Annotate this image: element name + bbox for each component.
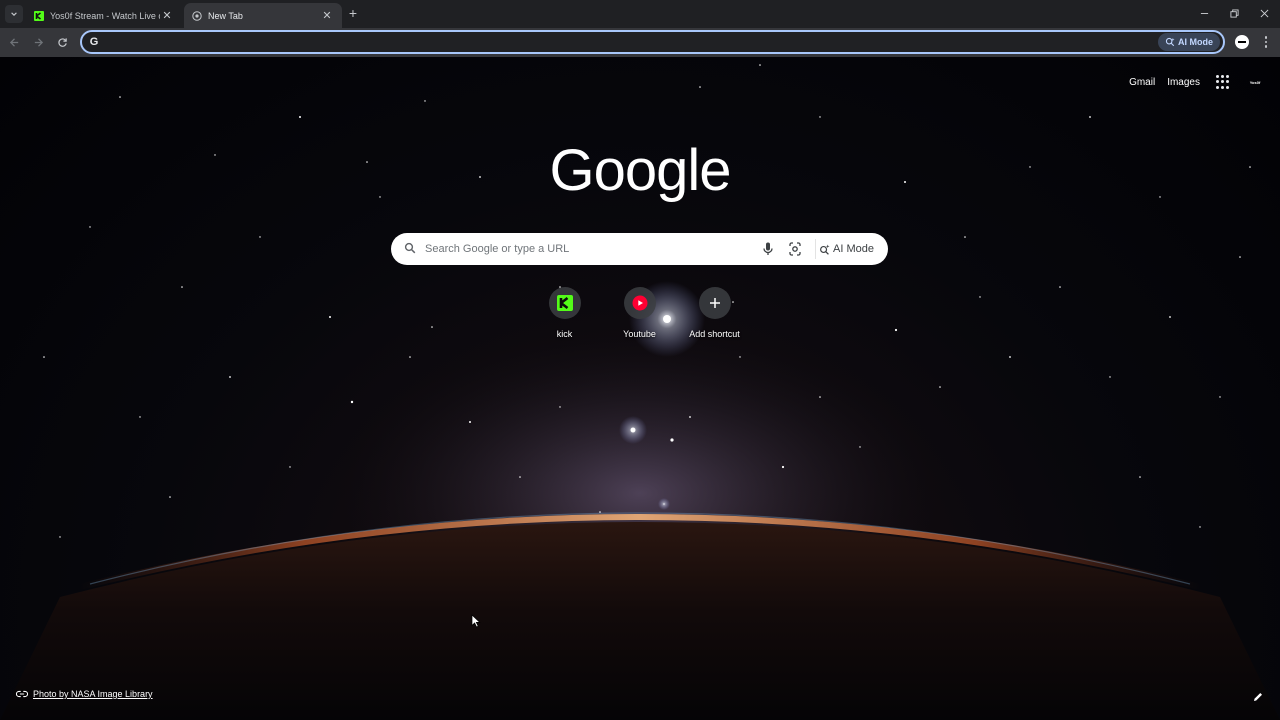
minimize-icon (1200, 12, 1208, 14)
google-logo: Google (549, 138, 731, 203)
omnibox-ai-mode-button[interactable]: AI Mode (1158, 33, 1220, 51)
tab-title: New Tab (208, 10, 243, 21)
ai-search-icon (1165, 37, 1175, 47)
minimize-button[interactable] (1191, 4, 1217, 22)
kick-icon (556, 295, 573, 311)
microphone-icon[interactable] (761, 241, 775, 257)
pencil-icon[interactable] (1252, 691, 1264, 703)
ai-mode-label: AI Mode (1178, 37, 1213, 47)
close-icon[interactable]: ✕ (320, 9, 334, 23)
plus-icon (709, 298, 720, 308)
reload-icon (57, 37, 67, 47)
youtube-icon (632, 295, 647, 311)
top-links: Gmail Images Yos0f (1117, 71, 1266, 93)
shortcut-label: Add shortcut (689, 329, 740, 339)
search-box[interactable]: AI Mode (391, 233, 888, 265)
chevron-down-icon (11, 12, 17, 16)
link-icon (16, 690, 28, 698)
back-button[interactable] (6, 34, 22, 50)
images-link[interactable]: Images (1167, 77, 1200, 88)
restore-icon (1229, 8, 1239, 18)
close-icon[interactable]: ✕ (160, 9, 174, 23)
browser-toolbar: G AI Mode (0, 28, 1280, 57)
tab-title: Yos0f Stream - Watch Live on Kick (50, 10, 160, 21)
new-tab-page: Gmail Images Yos0f Google AI Mode kick (0, 57, 1280, 720)
photo-attribution: Photo by NASA Image Library (16, 689, 153, 699)
gmail-link[interactable]: Gmail (1129, 77, 1155, 88)
shortcut-tile[interactable] (623, 287, 656, 319)
google-lens-icon[interactable] (788, 241, 802, 257)
divider (815, 239, 816, 259)
shortcut-tile[interactable] (548, 287, 581, 319)
google-apps-icon[interactable] (1216, 75, 1230, 89)
google-g-icon: G (89, 36, 99, 48)
tab-strip: Yos0f Stream - Watch Live on Kick ✕ New … (0, 0, 1280, 28)
arrow-right-icon (34, 37, 43, 47)
restore-button[interactable] (1221, 4, 1247, 22)
tab-new-tab[interactable]: New Tab ✕ (184, 3, 342, 28)
ai-search-icon (820, 243, 830, 255)
attribution-link[interactable]: Photo by NASA Image Library (33, 689, 153, 699)
shortcut-youtube[interactable]: Youtube (602, 287, 677, 339)
shortcut-label: kick (556, 329, 573, 339)
ai-mode-label: AI Mode (833, 243, 874, 255)
shortcut-kick[interactable]: kick (527, 287, 602, 339)
shortcut-tile[interactable] (698, 287, 731, 319)
close-window-button[interactable] (1251, 4, 1277, 22)
chrome-globe-icon (192, 10, 202, 21)
browser-menu-button[interactable] (1260, 34, 1272, 50)
shortcuts-grid: kick Youtube Add shortcut (527, 287, 752, 339)
kick-icon (34, 10, 44, 21)
address-input[interactable] (106, 34, 1156, 50)
mouse-cursor-icon (471, 614, 481, 628)
reload-button[interactable] (54, 34, 70, 50)
account-label: Yos0f (1249, 79, 1261, 85)
forward-button[interactable] (30, 34, 46, 50)
shortcut-add[interactable]: Add shortcut (677, 287, 752, 339)
shortcut-label: Youtube (623, 329, 656, 339)
tab-search-button[interactable] (5, 5, 23, 23)
address-bar[interactable]: G AI Mode (80, 30, 1225, 54)
profile-avatar-button[interactable] (1235, 35, 1249, 49)
new-tab-button[interactable]: + (345, 5, 361, 21)
ai-mode-button[interactable]: AI Mode (819, 239, 874, 259)
search-input[interactable] (425, 241, 745, 257)
account-avatar[interactable]: Yos0f (1244, 71, 1266, 93)
tab-kick-stream[interactable]: Yos0f Stream - Watch Live on Kick ✕ (26, 3, 182, 28)
close-icon (1260, 9, 1268, 17)
plus-icon: + (348, 5, 358, 21)
more-vert-icon (1264, 36, 1268, 39)
arrow-left-icon (9, 37, 18, 47)
search-icon (404, 242, 416, 254)
